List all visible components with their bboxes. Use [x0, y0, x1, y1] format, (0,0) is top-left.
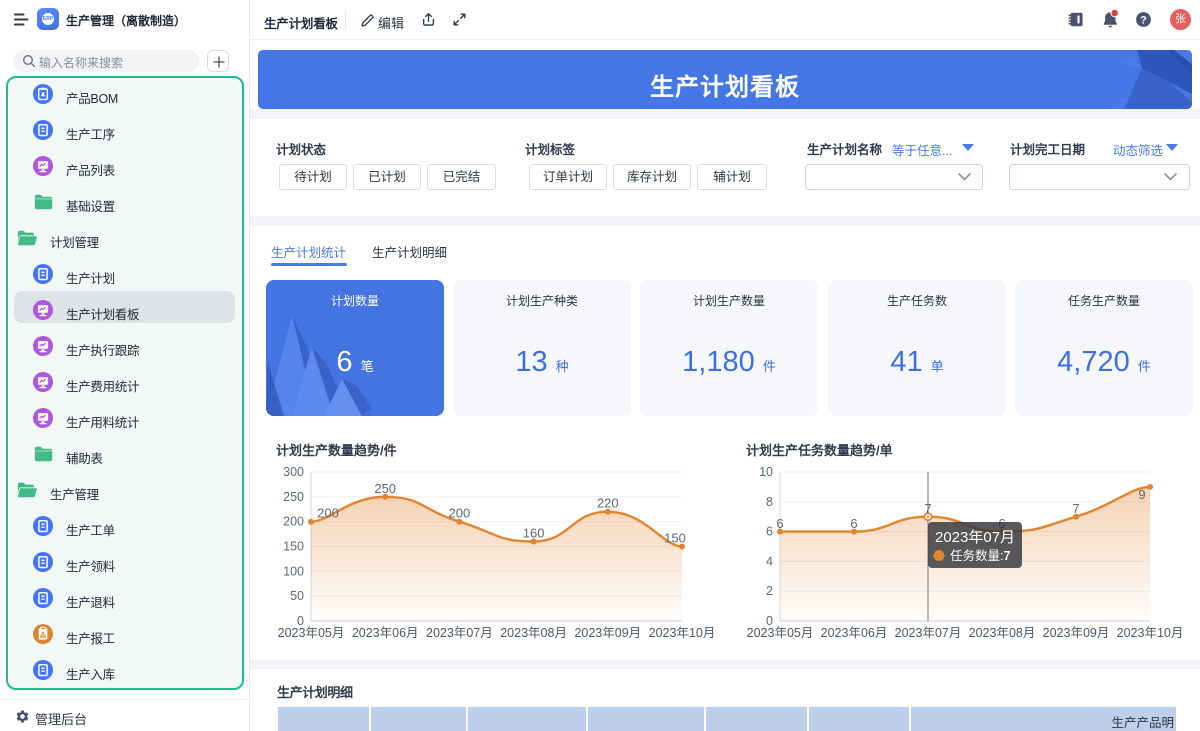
svg-text:2023年06月: 2023年06月 [821, 626, 888, 640]
svg-text:2023年07月: 2023年07月 [426, 626, 493, 640]
svg-text:2023年07月: 2023年07月 [895, 626, 962, 640]
svg-text:200: 200 [449, 506, 471, 521]
svg-text:4: 4 [766, 554, 773, 568]
svg-text:?: ? [1140, 15, 1147, 27]
svg-text:200: 200 [283, 515, 304, 529]
svg-text:2023年05月: 2023年05月 [747, 626, 814, 640]
svg-text:2023年05月: 2023年05月 [278, 626, 345, 640]
svg-text:2023年10月: 2023年10月 [649, 626, 716, 640]
svg-text:100: 100 [283, 564, 304, 578]
svg-text:2023年08月: 2023年08月 [500, 626, 567, 640]
svg-text:10: 10 [759, 465, 773, 479]
svg-text:2023年09月: 2023年09月 [1043, 626, 1110, 640]
svg-text:6: 6 [850, 516, 857, 531]
svg-text:8: 8 [766, 495, 773, 509]
svg-text:2023年08月: 2023年08月 [969, 626, 1036, 640]
svg-text:7: 7 [1072, 501, 1079, 516]
svg-text:250: 250 [283, 490, 304, 504]
svg-text:2023年07月: 2023年07月 [935, 529, 1015, 546]
svg-text:50: 50 [290, 589, 304, 603]
svg-text:任务数量:7: 任务数量:7 [950, 548, 1010, 563]
svg-text:2023年06月: 2023年06月 [352, 626, 419, 640]
svg-text:6: 6 [776, 516, 783, 531]
svg-text:2023年09月: 2023年09月 [574, 626, 641, 640]
svg-text:200: 200 [317, 506, 339, 521]
svg-text:2023年10月: 2023年10月 [1117, 626, 1184, 640]
svg-text:250: 250 [374, 481, 396, 496]
svg-text:2: 2 [766, 584, 773, 598]
svg-text:300: 300 [283, 465, 304, 479]
svg-text:160: 160 [523, 526, 545, 541]
svg-text:9: 9 [1138, 487, 1145, 502]
svg-text:7: 7 [924, 501, 931, 516]
svg-text:6: 6 [766, 525, 773, 539]
svg-text:150: 150 [283, 540, 304, 554]
svg-text:150: 150 [664, 531, 686, 546]
svg-text:220: 220 [597, 496, 619, 511]
